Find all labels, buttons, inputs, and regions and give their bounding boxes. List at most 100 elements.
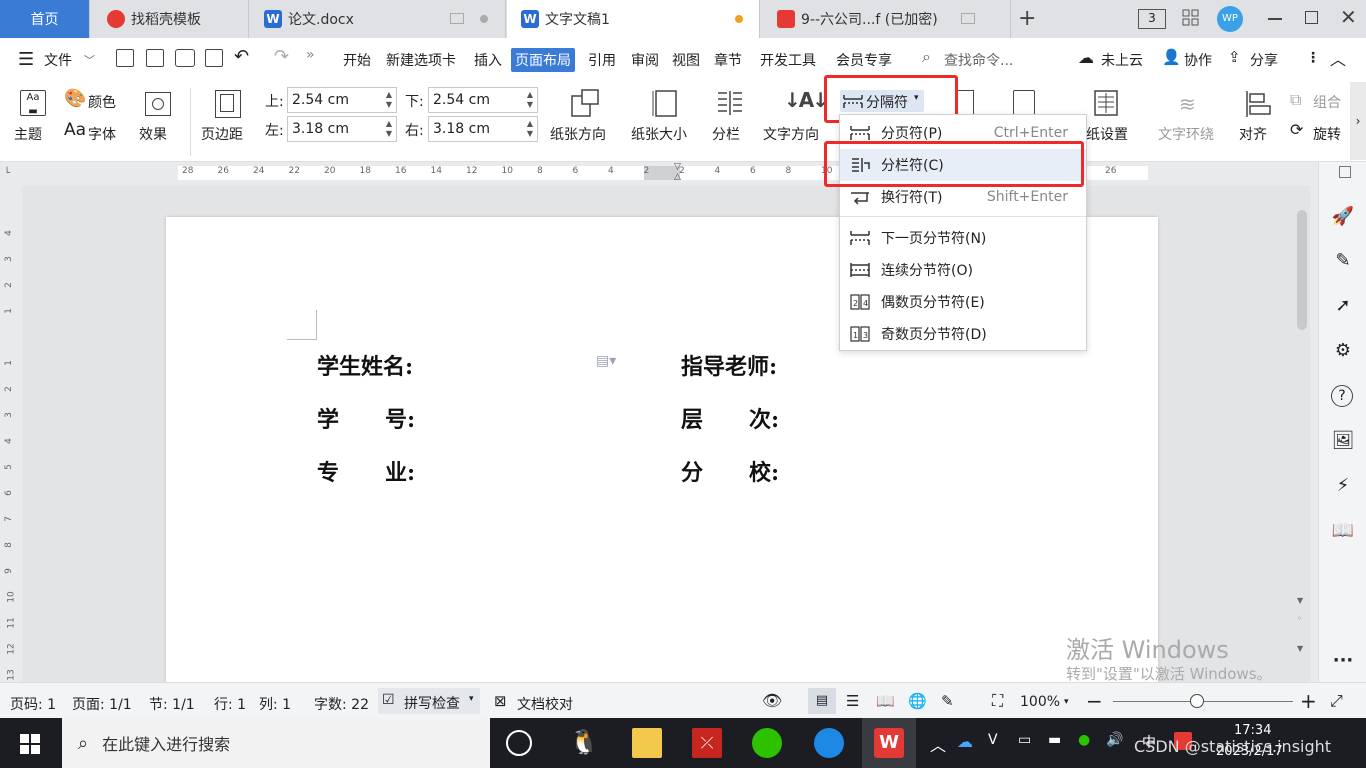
more-icon[interactable]: ··· [1331, 650, 1355, 674]
menu-file[interactable]: 文件 [44, 50, 72, 70]
menu-chapter[interactable]: 章节 [714, 50, 742, 70]
menu-member[interactable]: 会员专享 [836, 50, 892, 70]
columns-icon[interactable] [716, 90, 744, 116]
more-options-icon[interactable]: ⋮ [1306, 50, 1320, 66]
margin-left-field[interactable]: 3.18 cm ▲ ▼ [287, 116, 397, 142]
menu-developer[interactable]: 开发工具 [760, 50, 816, 70]
theme-icon[interactable]: Aa ▬ [20, 90, 46, 117]
effect-button[interactable]: 效果 [139, 124, 167, 144]
tray-app-icon[interactable]: V [988, 732, 998, 748]
tab-template[interactable]: 找稻壳模板 [91, 0, 249, 38]
pdf-reader-icon[interactable]: ⤫ [692, 728, 722, 758]
vertical-scrollbar[interactable]: ▼ ◦ ▼ [1294, 186, 1310, 682]
collab-button[interactable]: 协作 [1184, 50, 1212, 70]
color-button[interactable]: 颜色 [88, 92, 116, 112]
clock-time[interactable]: 17:34 [1234, 723, 1271, 738]
menu-item-next-page-section[interactable]: 下一页分节符(N) [840, 222, 1086, 254]
spinner-icon[interactable]: ▲ ▼ [386, 119, 392, 139]
margin-right-field[interactable]: 3.18 cm ▲ ▼ [428, 116, 538, 142]
more-icon[interactable]: » [306, 47, 315, 63]
margins-icon[interactable] [215, 90, 241, 118]
status-pages[interactable]: 页面: 1/1 [72, 694, 132, 714]
undo-icon[interactable]: ↶ [234, 46, 249, 67]
menu-item-page-break[interactable]: 分页符(P) Ctrl+Enter [840, 117, 1086, 149]
rotate-button[interactable]: 旋转 [1313, 124, 1341, 144]
task-view-icon[interactable] [506, 730, 532, 756]
zoom-level[interactable]: 100% [1020, 694, 1060, 710]
menu-view[interactable]: 视图 [672, 50, 700, 70]
network-icon[interactable]: ▭ [1018, 732, 1031, 748]
align-icon[interactable] [1245, 90, 1273, 118]
menu-item-even-page-section[interactable]: 24 偶数页分节符(E) [840, 286, 1086, 318]
margin-bottom-field[interactable]: 2.54 cm ▲ ▼ [428, 87, 538, 113]
new-tab-button[interactable]: + [1018, 6, 1036, 31]
volume-icon[interactable]: 🔊 [1106, 732, 1123, 748]
font-button[interactable]: 字体 [88, 124, 116, 144]
paper-setting-icon[interactable] [1094, 90, 1118, 116]
next-page-icon[interactable]: ▼ [1297, 644, 1303, 653]
status-word-count[interactable]: 字数: 22 [314, 694, 369, 714]
image-icon[interactable]: 🖼 [1331, 430, 1355, 454]
edge-icon[interactable] [814, 728, 844, 758]
orientation-icon[interactable] [570, 88, 600, 118]
cloud-status-button[interactable]: 未上云 [1101, 50, 1143, 70]
tab-home[interactable]: 首页 [0, 0, 90, 38]
redo-icon[interactable]: ↷ [274, 46, 289, 67]
onedrive-icon[interactable]: ☁ [957, 732, 973, 751]
text-direction-button[interactable]: 文字方向 [763, 124, 819, 144]
qq-icon[interactable]: 🐧 [569, 728, 599, 758]
save-icon[interactable] [116, 49, 134, 67]
write-mode-icon[interactable]: ✎ [941, 692, 954, 710]
prev-page-icon[interactable]: ◦ [1297, 614, 1302, 623]
zoom-slider-thumb[interactable] [1190, 694, 1204, 708]
hamburger-icon[interactable]: ☰ [18, 49, 34, 70]
tab-pdf[interactable]: 9--六公司...f (已加密) [761, 0, 1011, 38]
restore-icon[interactable] [1305, 11, 1318, 24]
columns-button[interactable]: 分栏 [712, 124, 740, 144]
web-view-icon[interactable]: 🌐 [908, 692, 927, 710]
margins-button[interactable]: 页边距 [201, 124, 243, 144]
fullscreen-icon[interactable]: ⤢ [1330, 691, 1343, 711]
document-proof-button[interactable]: 文档校对 [517, 694, 573, 714]
paste-options-icon[interactable]: ▤▾ [596, 353, 616, 369]
help-icon[interactable]: ? [1331, 385, 1353, 407]
menu-review[interactable]: 审阅 [631, 50, 659, 70]
menu-reference[interactable]: 引用 [588, 50, 616, 70]
orientation-button[interactable]: 纸张方向 [550, 124, 606, 144]
zoom-out-icon[interactable]: − [1086, 689, 1103, 713]
share-button[interactable]: 分享 [1250, 50, 1278, 70]
lightning-icon[interactable]: ⚡ [1331, 475, 1355, 499]
menu-item-column-break[interactable]: 分栏符(C) [840, 149, 1086, 181]
fit-page-icon[interactable]: ⛶ [992, 691, 1003, 711]
tab-doc-lunwen[interactable]: W 论文.docx [250, 0, 506, 38]
zoom-in-icon[interactable]: + [1300, 689, 1317, 713]
scroll-down-icon[interactable]: ▼ [1297, 596, 1303, 605]
status-section[interactable]: 节: 1/1 [149, 694, 195, 714]
menu-item-odd-page-section[interactable]: 13 奇数页分节符(D) [840, 318, 1086, 350]
tray-expand-icon[interactable]: ︿ [930, 732, 946, 756]
text-direction-icon[interactable]: ↓A↓ [784, 88, 829, 118]
pen-icon[interactable]: ✎ [1331, 250, 1355, 274]
align-button[interactable]: 对齐 [1239, 124, 1267, 144]
minimize-icon[interactable] [1268, 18, 1282, 20]
spell-check-button[interactable]: ☑ 拼写检查 ▾ [378, 688, 480, 714]
paper-size-icon[interactable] [651, 88, 679, 118]
panel-toggle-icon[interactable] [1339, 166, 1351, 178]
ribbon-scroll-right-icon[interactable]: › [1350, 82, 1366, 160]
page-view-icon[interactable]: ▤ [808, 688, 836, 714]
spinner-icon[interactable]: ▲ ▼ [527, 90, 533, 110]
paper-size-button[interactable]: 纸张大小 [631, 124, 687, 144]
battery-icon[interactable]: ▬ [1048, 732, 1061, 748]
tab-active-document[interactable]: W 文字文稿1 [507, 0, 760, 38]
status-row[interactable]: 行: 1 [214, 694, 246, 714]
wps-taskbar-active[interactable]: W [862, 718, 916, 768]
sliders-icon[interactable]: ⚙ [1331, 340, 1355, 364]
print-preview-icon[interactable] [205, 49, 223, 67]
outline-view-icon[interactable]: ☰ [846, 692, 859, 710]
taskbar-search[interactable]: ⌕ 在此键入进行搜索 [62, 718, 490, 768]
menu-item-continuous-section[interactable]: 连续分节符(O) [840, 254, 1086, 286]
print-icon[interactable] [175, 49, 195, 67]
menu-page-layout[interactable]: 页面布局 [511, 48, 575, 72]
avatar[interactable]: WP [1217, 6, 1243, 32]
menu-insert[interactable]: 插入 [474, 50, 502, 70]
